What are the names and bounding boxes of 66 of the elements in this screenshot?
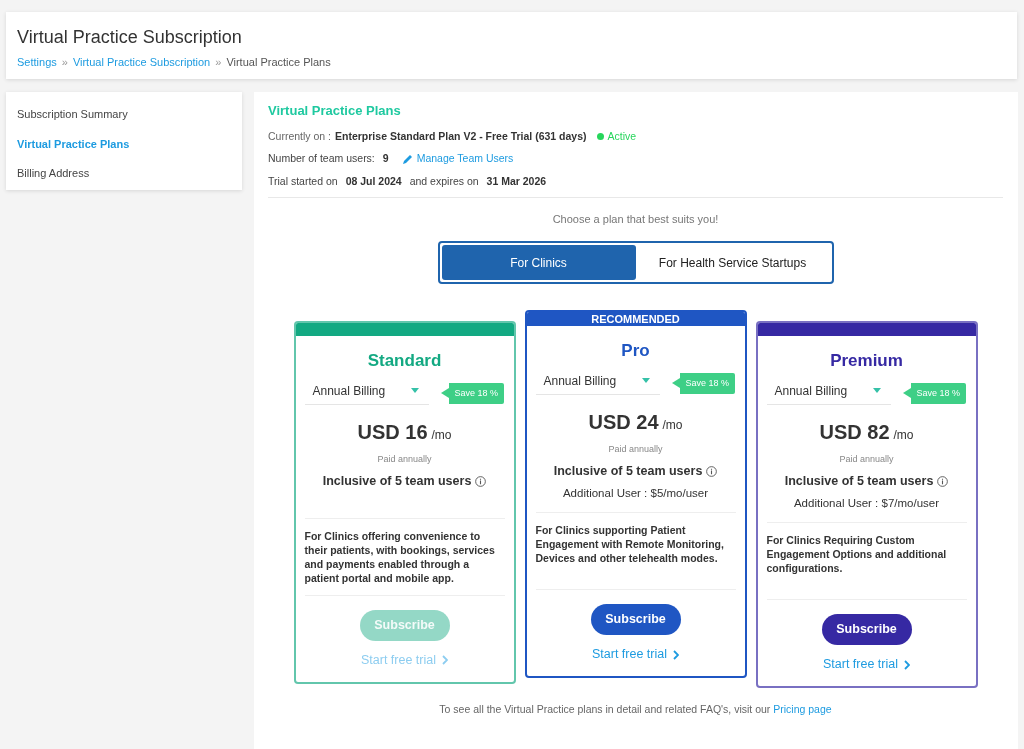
price: USD 24 bbox=[588, 409, 659, 435]
status-dot-icon bbox=[596, 132, 604, 140]
info-icon bbox=[475, 476, 487, 488]
pricing-footer-text: To see all the Virtual Practice plans in detail and related FAQ's, visit our Pricing page bbox=[438, 702, 833, 717]
choose-plan-text: Choose a plan that best suits you! bbox=[551, 211, 720, 227]
sidebar-item[interactable]: Billing Address bbox=[17, 165, 231, 182]
price: USD 16 bbox=[357, 419, 428, 445]
page-title: Virtual Practice Subscription bbox=[17, 26, 243, 49]
sidebar-item[interactable]: Subscription Summary bbox=[17, 106, 231, 123]
price-unit: /mo bbox=[662, 416, 683, 434]
breadcrumb-separator: » bbox=[215, 55, 222, 70]
plan-description: For Clinics Requiring Custom Engagement Options and additional configurations. bbox=[766, 533, 948, 577]
free-trial-link[interactable]: Start free trial bbox=[823, 655, 910, 674]
recommended-banner: RECOMMENDED bbox=[526, 312, 745, 327]
plan-type-tab[interactable]: For Health Service Startups bbox=[635, 245, 830, 281]
payment-note: Paid annually bbox=[377, 452, 432, 466]
caret-icon bbox=[410, 388, 419, 394]
price-unit: /mo bbox=[893, 426, 914, 444]
section-title: Virtual Practice Plans bbox=[268, 102, 402, 120]
current-plan-name: Enterprise Standard Plan V2 - Free Trial (631 days) bbox=[335, 128, 587, 144]
info-icon bbox=[706, 466, 718, 478]
additional-user-price: Additional User : $5/mo/user bbox=[562, 486, 709, 501]
trial-start-label: Trial started on bbox=[268, 174, 338, 189]
included-users-text: Inclusive of 5 team users bbox=[784, 473, 934, 491]
team-users-label: Number of team users: bbox=[268, 151, 375, 167]
free-trial-link[interactable]: Start free trial bbox=[592, 645, 679, 664]
breadcrumb-separator: » bbox=[61, 55, 68, 70]
pointer-icon bbox=[902, 388, 911, 399]
included-users-text: Inclusive of 5 team users bbox=[553, 463, 703, 481]
trial-end-label: and expires on bbox=[409, 174, 479, 189]
pointer-icon bbox=[671, 378, 680, 389]
price-unit: /mo bbox=[431, 426, 452, 444]
billing-dropdown[interactable]: Annual Billing bbox=[535, 371, 660, 395]
plan-description: For Clinics supporting Patient Engagement with Remote Monitoring, Devices and other telehealth modes. bbox=[535, 523, 725, 567]
team-users-count: 9 bbox=[382, 151, 389, 167]
plan-type-tab[interactable]: For Clinics bbox=[441, 245, 636, 281]
billing-dropdown[interactable]: Annual Billing bbox=[766, 381, 891, 405]
payment-note: Paid annually bbox=[839, 452, 894, 466]
sidebar-item[interactable]: Virtual Practice Plans bbox=[17, 135, 231, 152]
included-users-text: Inclusive of 5 team users bbox=[322, 473, 472, 491]
pointer-icon bbox=[440, 388, 449, 399]
price: USD 82 bbox=[819, 419, 890, 445]
trial-start-date: 08 Jul 2024 bbox=[345, 174, 402, 189]
breadcrumb-link[interactable]: Settings bbox=[17, 54, 57, 71]
caret-icon bbox=[641, 378, 650, 384]
status-text: Active bbox=[607, 128, 637, 144]
additional-user-price: Additional User : $7/mo/user bbox=[793, 496, 940, 511]
manage-users-link[interactable]: Manage Team Users bbox=[402, 151, 514, 167]
subscribe-button[interactable]: Subscribe bbox=[590, 604, 681, 636]
chevron-icon bbox=[904, 659, 910, 670]
plan-name: Premium bbox=[830, 350, 903, 373]
payment-note: Paid annually bbox=[608, 442, 663, 456]
caret-icon bbox=[872, 388, 881, 394]
current-plan-label: Currently on : bbox=[268, 128, 332, 144]
info-icon bbox=[937, 476, 949, 488]
chevron-icon bbox=[673, 649, 679, 660]
plan-name: Pro bbox=[621, 340, 650, 363]
pencil-icon bbox=[402, 154, 413, 165]
chevron-icon bbox=[442, 655, 448, 666]
plan-name: Standard bbox=[367, 350, 442, 373]
breadcrumb-link[interactable]: Virtual Practice Subscription bbox=[72, 54, 211, 71]
trial-end-date: 31 Mar 2026 bbox=[486, 174, 547, 189]
subscribe-button[interactable]: Subscribe bbox=[821, 614, 912, 646]
pricing-page-link[interactable]: Pricing page bbox=[773, 703, 832, 715]
plan-description: For Clinics offering convenience to their patients, with bookings, services and payments enabled through a patient portal and mobile app. bbox=[304, 529, 496, 586]
breadcrumb-current: Virtual Practice Plans bbox=[226, 55, 331, 70]
